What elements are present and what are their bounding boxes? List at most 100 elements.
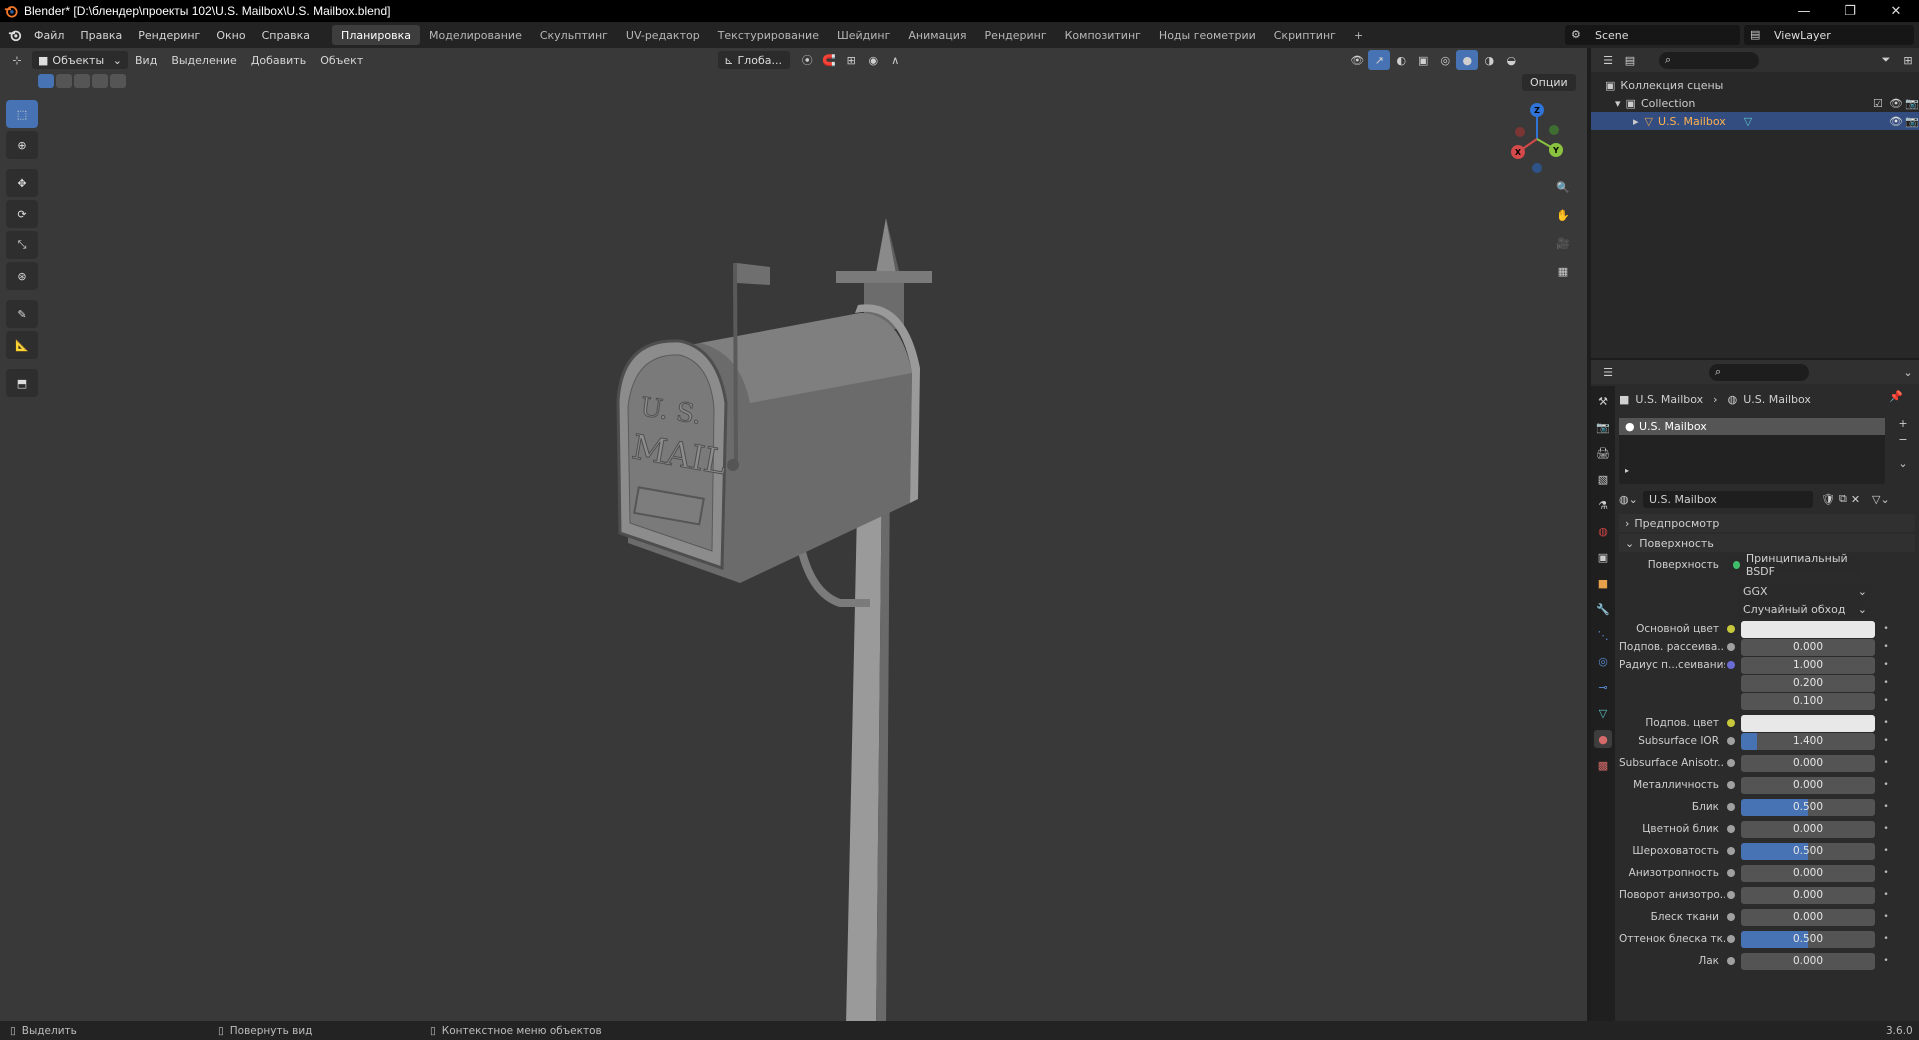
expand-arrow-icon[interactable]: ▸ [1625,466,1629,475]
eye-icon[interactable]: 👁 [1889,97,1903,110]
input-socket-icon[interactable] [1727,781,1735,789]
outliner-scene-collection[interactable]: ▣ Коллекция сцены [1591,76,1919,94]
select-subtract-icon[interactable] [74,74,90,88]
input-socket-icon[interactable] [1727,869,1735,877]
keyframe-dot-icon[interactable]: • [1879,802,1893,812]
material-tab-icon[interactable]: ● [1594,730,1612,748]
data-tab-icon[interactable]: ▽ [1594,704,1612,722]
add-slot-icon[interactable]: + [1895,416,1911,430]
editor-type-icon[interactable]: ☰ [1597,362,1619,382]
chevron-down-icon[interactable]: ⌄ [1897,362,1919,382]
tab-scripting[interactable]: Скриптинг [1265,25,1345,45]
zoom-icon[interactable]: 🔍 [1550,176,1576,198]
eye-icon[interactable]: 👁 [1889,115,1903,128]
xray-icon[interactable]: ▣ [1412,50,1434,70]
numeric-slider-field[interactable]: 0.000 [1741,864,1875,882]
physics-tab-icon[interactable]: ◎ [1594,652,1612,670]
rendered-shading-icon[interactable]: ◒ [1500,50,1522,70]
numeric-slider-field[interactable]: 0.500 [1741,798,1875,816]
options-dropdown[interactable]: Опции [1522,74,1576,91]
material-slot-list[interactable]: ● U.S. Mailbox ▸ [1619,418,1885,484]
numeric-slider-field[interactable]: 0.000 [1741,886,1875,904]
numeric-slider-field[interactable]: 0.000 [1741,638,1875,656]
menu-edit[interactable]: Правка [72,22,130,48]
keyframe-dot-icon[interactable]: • [1879,934,1893,944]
transform-tool-icon[interactable]: ⊛ [6,262,38,290]
maximize-button[interactable]: ❐ [1827,0,1873,22]
select-intersect-icon[interactable] [110,74,126,88]
add-workspace-button[interactable]: + [1345,25,1372,45]
camera-icon[interactable]: 🎥 [1550,232,1576,254]
numeric-slider-field[interactable]: 0.500 [1741,930,1875,948]
new-collection-icon[interactable]: ⊞ [1897,50,1919,70]
color-swatch[interactable] [1741,620,1875,638]
tab-modeling[interactable]: Моделирование [420,25,531,45]
select-invert-icon[interactable] [92,74,108,88]
tab-animation[interactable]: Анимация [899,25,975,45]
scene-selector[interactable]: ⚙ Scene [1565,25,1740,45]
numeric-slider-field[interactable]: 1.000 [1741,656,1875,674]
outliner-search-input[interactable]: ⌕ [1659,51,1759,69]
keyframe-dot-icon[interactable]: • [1879,624,1893,634]
snap-icon[interactable]: 🧲 [818,50,840,70]
numeric-slider-field[interactable]: 0.500 [1741,842,1875,860]
input-socket-icon[interactable] [1727,957,1735,965]
keyframe-dot-icon[interactable]: • [1879,642,1893,652]
remove-slot-icon[interactable]: − [1895,432,1911,446]
wireframe-shading-icon[interactable]: ◎ [1434,50,1456,70]
keyframe-dot-icon[interactable]: • [1879,956,1893,966]
add-cube-tool-icon[interactable]: ⬒ [6,369,38,397]
input-socket-icon[interactable] [1727,913,1735,921]
outliner-collection[interactable]: ▾ ▣ Collection ☑ 👁 📷 [1591,94,1919,112]
render-camera-icon[interactable]: 📷 [1905,97,1919,110]
tab-shading[interactable]: Шейдинг [828,25,899,45]
gizmo-toggle-icon[interactable]: ↗ [1368,50,1391,70]
input-socket-icon[interactable] [1727,719,1735,727]
rotate-tool-icon[interactable]: ⟳ [6,200,38,228]
output-tab-icon[interactable]: 🖨 [1594,444,1612,462]
numeric-slider-field[interactable]: 0.200 [1741,674,1875,692]
view-layer-selector[interactable]: ▤ ViewLayer [1744,25,1914,45]
minimize-button[interactable]: — [1781,0,1827,22]
collection-tab-icon[interactable]: ▣ [1594,548,1612,566]
menu-help[interactable]: Справка [254,22,318,48]
numeric-slider-field[interactable]: 0.000 [1741,952,1875,970]
blender-menu-icon[interactable] [4,25,26,45]
solid-shading-icon[interactable]: ● [1456,50,1479,70]
tab-sculpting[interactable]: Скульптинг [531,25,617,45]
material-browse-icon[interactable]: ◍⌄ [1619,493,1639,506]
input-socket-icon[interactable] [1727,661,1735,669]
3d-viewport[interactable]: ⊹ ■ Объекты ⌄ Вид Выделение Добавить Объ… [0,48,1587,1031]
select-extend-icon[interactable] [56,74,72,88]
menu-file[interactable]: Файл [26,22,72,48]
properties-search-input[interactable]: ⌕ [1709,363,1809,381]
menu-window[interactable]: Окно [208,22,253,48]
numeric-slider-field[interactable]: 0.000 [1741,776,1875,794]
falloff-icon[interactable]: ∧ [884,50,906,70]
select-new-icon[interactable] [38,74,54,88]
input-socket-icon[interactable] [1727,825,1735,833]
input-socket-icon[interactable] [1727,891,1735,899]
keyframe-dot-icon[interactable]: • [1879,758,1893,768]
outliner-object-row[interactable]: ▸ ▽ U.S. Mailbox ▽ 👁 📷 [1591,112,1919,130]
tab-geometry-nodes[interactable]: Ноды геометрии [1150,25,1265,45]
color-swatch[interactable] [1741,714,1875,732]
tab-uv-editing[interactable]: UV-редактор [617,25,709,45]
input-socket-icon[interactable] [1727,643,1735,651]
render-camera-icon[interactable]: 📷 [1905,115,1919,128]
expand-arrow-icon[interactable]: ▸ [1633,115,1639,128]
material-shading-icon[interactable]: ◑ [1478,50,1500,70]
editor-type-icon[interactable]: ☰ [1597,50,1619,70]
menu-view[interactable]: Вид [128,54,164,67]
input-socket-icon[interactable] [1727,759,1735,767]
distribution-dropdown[interactable]: GGX ⌄ [1737,582,1871,600]
node-filter-icon[interactable]: ▽⌄ [1872,493,1890,506]
keyframe-dot-icon[interactable]: • [1879,736,1893,746]
tab-layout[interactable]: Планировка [332,25,421,45]
keyframe-dot-icon[interactable]: • [1879,868,1893,878]
menu-object[interactable]: Объект [313,54,370,67]
pan-hand-icon[interactable]: ✋ [1550,204,1576,226]
keyframe-dot-icon[interactable]: • [1879,718,1893,728]
material-name-field[interactable]: U.S. Mailbox [1643,490,1813,508]
menu-select[interactable]: Выделение [164,54,244,67]
